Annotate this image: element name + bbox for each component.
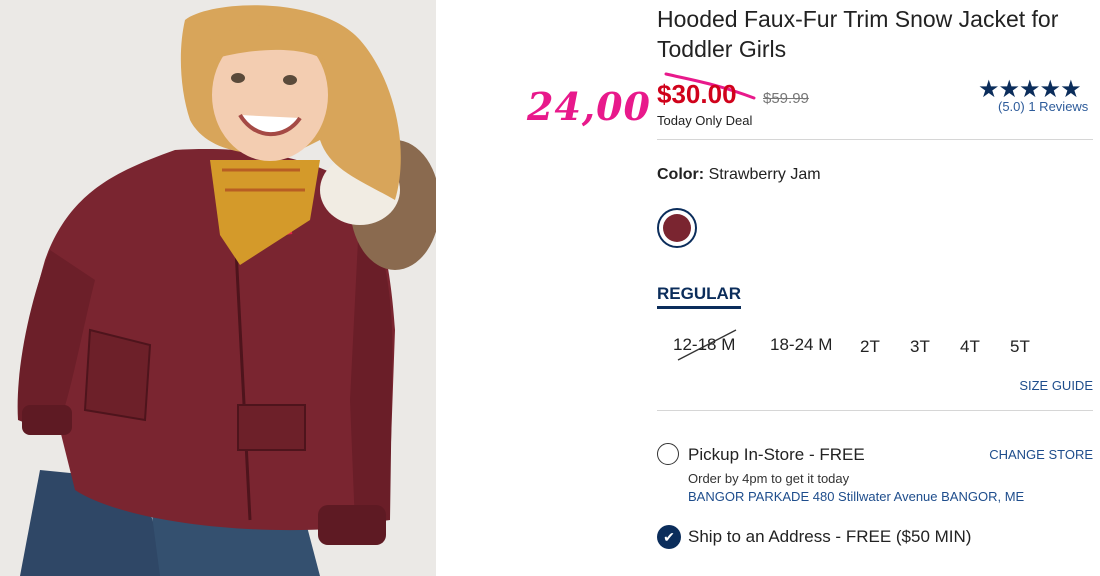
store-address-link[interactable]: BANGOR PARKADE 480 Stillwater Avenue BAN… (688, 489, 1024, 504)
color-swatch-strawberry-jam[interactable] (657, 208, 697, 248)
size-unavailable-strike (677, 329, 737, 361)
original-price: $59.99 (763, 90, 809, 107)
divider (657, 139, 1093, 140)
tab-regular[interactable]: REGULAR (657, 284, 742, 309)
size-guide-link[interactable]: SIZE GUIDE (1019, 378, 1093, 393)
divider (657, 410, 1093, 411)
swatch-dot (663, 214, 691, 242)
color-label-key: Color: (657, 166, 705, 183)
reviews-link[interactable]: (5.0) 1 Reviews (998, 99, 1088, 114)
pickup-radio[interactable] (657, 443, 679, 465)
overlay-handwritten-price: 24,00 (527, 84, 651, 129)
size-option-3t[interactable]: 3T (910, 337, 930, 357)
deal-label: Today Only Deal (657, 113, 753, 128)
change-store-link[interactable]: CHANGE STORE (989, 447, 1093, 462)
size-option-5t[interactable]: 5T (1010, 337, 1030, 357)
size-option-18-24m[interactable]: 18-24 M (770, 335, 832, 355)
ship-selected-check-icon[interactable]: ✔ (657, 525, 681, 549)
ship-label[interactable]: Ship to an Address - FREE ($50 MIN) (688, 527, 971, 547)
pickup-label[interactable]: Pickup In-Store - FREE (688, 445, 865, 465)
product-image[interactable] (0, 0, 436, 576)
size-option-2t[interactable]: 2T (860, 337, 880, 357)
order-by-text: Order by 4pm to get it today (688, 471, 850, 486)
color-label: Color: Strawberry Jam (657, 166, 821, 184)
color-value: Strawberry Jam (708, 166, 821, 183)
product-title: Hooded Faux-Fur Trim Snow Jacket for Tod… (657, 6, 1059, 62)
size-option-4t[interactable]: 4T (960, 337, 980, 357)
sale-price: $30.00 (657, 79, 737, 109)
